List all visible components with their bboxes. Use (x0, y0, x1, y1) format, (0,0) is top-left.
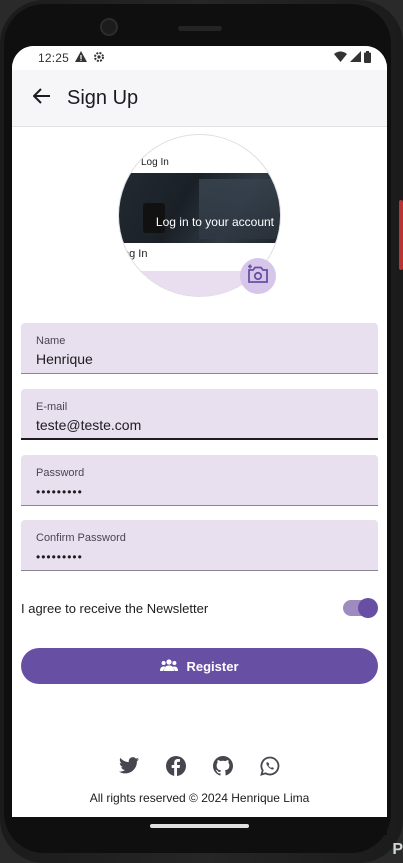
register-label: Register (186, 658, 239, 674)
avatar-preview-bottom-label: og In (123, 248, 148, 260)
add-photo-camera-icon (247, 264, 269, 289)
toggle-knob (358, 598, 378, 618)
confirm-password-label: Confirm Password (36, 532, 126, 544)
twitter-icon[interactable] (118, 754, 141, 777)
page-title: Sign Up (67, 86, 139, 109)
status-bar: 12:25 (12, 46, 387, 70)
battery-icon (364, 50, 371, 66)
wifi-icon (334, 51, 347, 65)
newsletter-toggle[interactable] (343, 598, 378, 618)
back-button[interactable] (30, 86, 54, 110)
warning-icon (75, 51, 88, 65)
avatar-photo-caption: Log in to your account (155, 215, 274, 229)
name-label: Name (36, 335, 66, 347)
newsletter-row: I agree to receive the Newsletter (21, 596, 378, 620)
github-icon[interactable] (212, 754, 235, 777)
register-button[interactable]: Register (21, 648, 378, 684)
front-camera (100, 18, 118, 36)
avatar-preview-photo: Log in to your account (119, 173, 280, 243)
home-gesture-pill[interactable] (150, 824, 249, 828)
side-button (399, 200, 403, 270)
name-input[interactable] (36, 351, 363, 367)
change-photo-button[interactable] (240, 258, 276, 294)
settings-gear-icon (93, 51, 105, 66)
facebook-icon[interactable] (165, 754, 188, 777)
corner-text: P (392, 841, 403, 858)
app-bar: Sign Up (12, 70, 387, 127)
arrow-back-icon (32, 87, 51, 109)
confirm-password-input[interactable] (36, 550, 363, 564)
password-field[interactable]: Password (21, 455, 378, 506)
social-links (12, 754, 387, 778)
whatsapp-icon[interactable] (259, 754, 282, 777)
password-input[interactable] (36, 485, 363, 499)
avatar-photo-monitor (199, 179, 279, 239)
email-input[interactable] (36, 417, 363, 433)
group-icon (160, 658, 179, 674)
status-time: 12:25 (38, 51, 70, 65)
avatar-preview-top-label: Log In (141, 157, 169, 168)
newsletter-label: I agree to receive the Newsletter (21, 600, 209, 616)
email-field[interactable]: E-mail (21, 389, 378, 440)
app-screen: 12:25 Sign Up Log In Log in to your acco… (12, 46, 387, 817)
earpiece-speaker (178, 26, 222, 31)
signal-icon (350, 51, 361, 65)
password-label: Password (36, 467, 85, 479)
footer-copyright: All rights reserved © 2024 Henrique Lima (89, 791, 310, 805)
name-field[interactable]: Name (21, 323, 378, 374)
avatar-preview-top (119, 135, 280, 175)
email-label: E-mail (36, 401, 68, 413)
confirm-password-field[interactable]: Confirm Password (21, 520, 378, 571)
